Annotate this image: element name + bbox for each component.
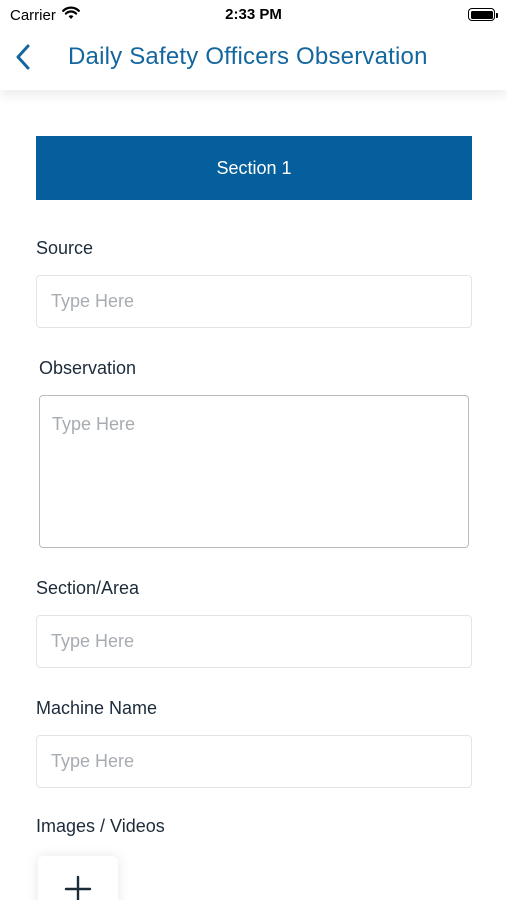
source-label: Source [36, 238, 94, 258]
section-header: Section 1 [36, 136, 472, 200]
battery-level [470, 10, 493, 19]
section-title: Section 1 [216, 157, 292, 178]
status-bar: Carrier 2:33 PM [0, 0, 507, 30]
plus-icon [63, 874, 93, 900]
back-button[interactable] [8, 42, 38, 76]
add-media-button[interactable] [38, 856, 118, 900]
machine-name-input[interactable] [36, 735, 472, 788]
battery-icon [468, 8, 498, 21]
section-area-label: Section/Area [36, 578, 140, 598]
media-label: Images / Videos [36, 816, 165, 836]
source-input[interactable] [36, 275, 472, 328]
observation-label: Observation [39, 358, 137, 378]
status-time: 2:33 PM [225, 6, 282, 23]
chevron-left-icon [15, 44, 31, 75]
navigation-bar: Daily Safety Officers Observation [0, 30, 507, 90]
section-area-input[interactable] [36, 615, 472, 668]
machine-name-label: Machine Name [36, 698, 158, 718]
observation-textarea[interactable] [39, 395, 469, 548]
page-title: Daily Safety Officers Observation [68, 43, 428, 70]
